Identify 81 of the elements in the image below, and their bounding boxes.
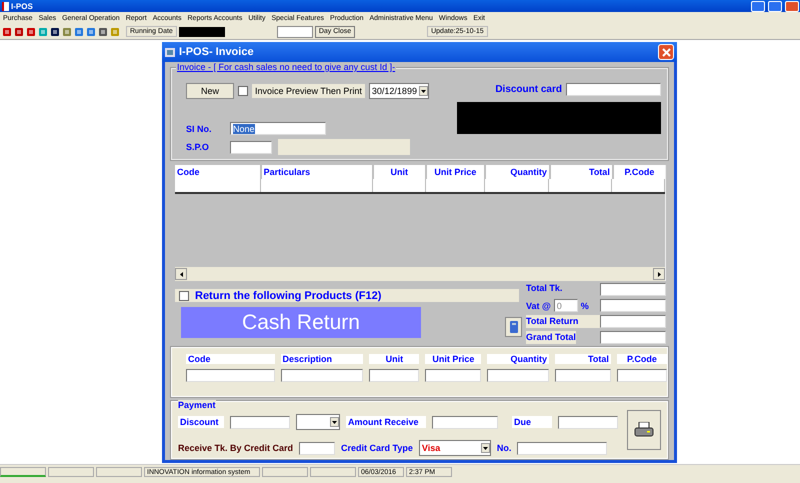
field-label: Total Tk. (526, 283, 564, 295)
horizontal-scrollbar[interactable] (175, 267, 665, 281)
field-label: Credit Card Type (341, 443, 413, 453)
app-icon (2, 2, 9, 10)
field-label: Grand Total (526, 331, 576, 344)
column-header: Code (175, 165, 260, 179)
card-number-field[interactable] (517, 442, 608, 454)
checkbox[interactable] (238, 86, 248, 96)
spo-field[interactable] (230, 140, 272, 154)
vat-amount-field[interactable] (600, 299, 666, 312)
input-field[interactable] (616, 369, 667, 382)
input-field[interactable] (487, 369, 549, 382)
close-icon[interactable] (662, 48, 670, 56)
field-label: Total Return (526, 315, 600, 328)
column-header: P.Code (616, 354, 668, 364)
window-title: I-POS (11, 2, 34, 10)
date-dropdown[interactable]: 30/12/1899 (368, 83, 429, 99)
scroll-left-icon[interactable] (180, 272, 182, 276)
field-label: SI No. (186, 124, 213, 134)
input-field[interactable] (369, 369, 420, 382)
column-header: Total (555, 354, 611, 364)
dropdown-arrow-icon[interactable] (420, 90, 426, 92)
dropdown-arrow-icon[interactable] (332, 420, 337, 424)
amount-receive-field[interactable] (432, 416, 498, 428)
input-field[interactable] (554, 369, 611, 382)
checkbox-label: Invoice Preview Then Print (252, 84, 365, 98)
field-label: Vat @ (526, 300, 551, 310)
vat-field[interactable]: 0 (554, 299, 578, 312)
due-field[interactable] (558, 416, 618, 428)
input-field[interactable] (276, 26, 313, 38)
column-header: Unit (369, 354, 420, 364)
close-button[interactable] (785, 0, 799, 12)
field-label: Due (512, 416, 552, 428)
field-label: No. (496, 443, 512, 453)
app-icon (165, 48, 175, 56)
scroll-right-icon[interactable] (658, 272, 660, 276)
column-header: Total (550, 165, 612, 179)
discount-field[interactable] (230, 416, 290, 428)
column-header: P.Code (614, 165, 665, 179)
column-header: Code (186, 354, 275, 364)
restore-button[interactable] (768, 0, 782, 12)
field-label: S.P.O (186, 142, 210, 152)
credit-card-field[interactable] (299, 442, 336, 454)
status-panel (310, 467, 356, 477)
calculator-icon[interactable] (505, 317, 522, 337)
new-button[interactable]: New (186, 83, 234, 99)
minimize-button[interactable] (751, 0, 765, 12)
close-button[interactable] (658, 44, 674, 60)
column-header: Unit Price (425, 354, 482, 364)
checkbox[interactable] (179, 290, 189, 300)
total-return-field[interactable] (600, 315, 666, 328)
status-panel (262, 467, 308, 477)
column-header: Quantity (486, 165, 549, 179)
status-panel (48, 467, 94, 477)
column-header: Particulars (262, 165, 372, 179)
group-title: Payment (178, 400, 216, 410)
total-field[interactable] (600, 283, 666, 296)
discount-card-field[interactable] (566, 83, 661, 96)
percent-label: % (580, 300, 589, 310)
input-field[interactable] (280, 369, 364, 382)
column-header: Unit Price (426, 165, 484, 179)
status-panel (96, 467, 142, 477)
field-label: Receive Tk. By Credit Card (178, 443, 294, 453)
input-field[interactable] (425, 369, 482, 382)
group-title-link[interactable]: Invoice - [ For cash sales no need to give any cust Id ]- (176, 62, 396, 72)
discount-dropdown[interactable] (296, 414, 340, 430)
dialog-title: I-POS- Invoice (179, 46, 255, 58)
column-header: Description (280, 354, 364, 364)
checkbox-label: Return the following Products (F12) (195, 290, 382, 302)
column-header: Unit (374, 165, 425, 179)
column-header: Quantity (487, 354, 549, 364)
si-number-field[interactable]: None (230, 122, 326, 135)
status-panel (0, 467, 46, 477)
input-field[interactable] (186, 369, 275, 382)
field-label: Amount Receive (346, 416, 426, 428)
dropdown-arrow-icon[interactable] (482, 446, 488, 450)
card-type-dropdown[interactable]: Visa (418, 440, 491, 456)
grand-total-field[interactable] (600, 331, 666, 344)
field-label: Discount (178, 416, 224, 428)
running-date-field[interactable] (178, 26, 225, 36)
field-label: Discount card (495, 84, 562, 95)
